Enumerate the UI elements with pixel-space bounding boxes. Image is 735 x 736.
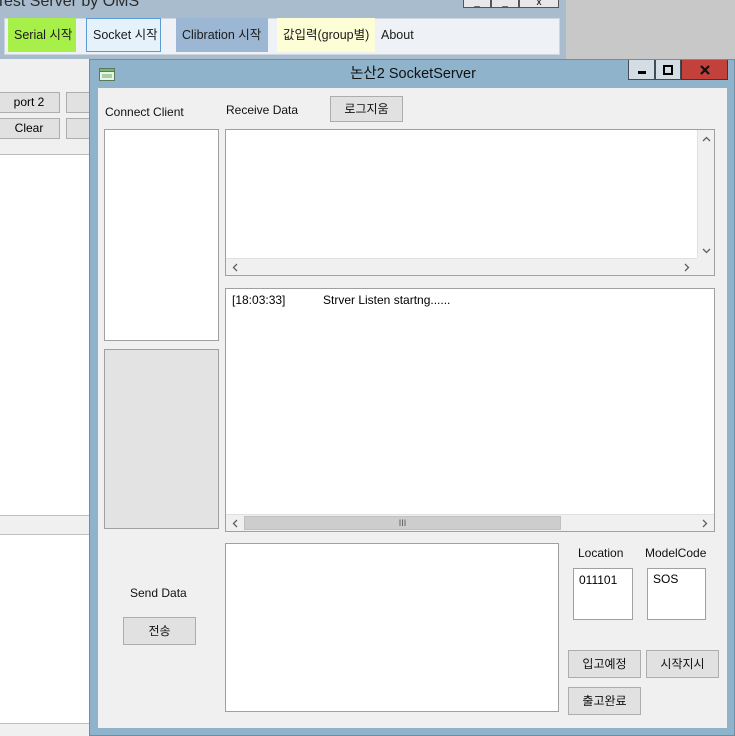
log-horizontal-scrollbar[interactable]: III <box>226 514 714 531</box>
close-icon <box>699 64 710 75</box>
dialog-client-area: Connect Client Receive Data 로그지움 [18:03:… <box>98 88 727 728</box>
log-scroll-right-arrow-icon[interactable] <box>696 515 713 532</box>
connect-client-label: Connect Client <box>105 105 184 119</box>
close-button[interactable] <box>681 60 728 80</box>
menu-value-input-group[interactable]: 값입력(group별) <box>277 18 375 52</box>
menu-calibration-start[interactable]: Clibration 시작 <box>176 18 268 52</box>
log-timestamp: [18:03:33] <box>232 293 286 307</box>
menu-serial-start[interactable]: Serial 시작 <box>8 18 76 52</box>
minimize-icon <box>637 70 646 74</box>
location-label: Location <box>578 546 624 560</box>
clear-button[interactable]: Clear <box>0 118 60 139</box>
start-instruction-button[interactable]: 시작지시 <box>646 650 719 678</box>
bg-minimize-button[interactable]: _ <box>463 0 491 8</box>
scroll-right-arrow-icon[interactable] <box>678 259 695 276</box>
clear-log-button[interactable]: 로그지움 <box>330 96 403 122</box>
background-menubar: Serial 시작 Socket 시작 Clibration 시작 값입력(gr… <box>0 12 566 59</box>
receive-horizontal-scrollbar[interactable] <box>226 258 697 275</box>
bg-lower-pane[interactable] <box>0 534 91 724</box>
outbound-complete-button[interactable]: 출고완료 <box>568 687 641 715</box>
menu-about[interactable]: About <box>375 18 425 52</box>
inbound-scheduled-button[interactable]: 입고예정 <box>568 650 641 678</box>
scroll-left-arrow-icon[interactable] <box>226 259 243 276</box>
background-window-title: Test Server by OMS <box>0 0 140 10</box>
send-data-input[interactable] <box>225 543 559 712</box>
location-value: 011101 <box>579 573 618 587</box>
model-code-value: SOS <box>653 572 679 586</box>
client-info-panel <box>104 349 219 529</box>
scroll-up-arrow-icon[interactable] <box>698 130 715 147</box>
dialog-titlebar[interactable]: 논산2 SocketServer <box>90 60 735 88</box>
receive-data-label: Receive Data <box>226 103 299 117</box>
log-message: Strver Listen startng...... <box>323 293 451 307</box>
location-field[interactable]: 011101 <box>573 568 633 620</box>
receive-data-box[interactable] <box>225 129 715 276</box>
model-code-label: ModelCode <box>645 546 707 560</box>
bg-close-button[interactable]: x <box>519 0 559 8</box>
send-button[interactable]: 전송 <box>123 617 196 645</box>
minimize-button[interactable] <box>628 60 655 80</box>
log-box[interactable]: [18:03:33] Strver Listen startng...... I… <box>225 288 715 532</box>
maximize-icon <box>663 64 673 75</box>
log-scroll-thumb[interactable]: III <box>244 516 561 530</box>
socket-server-dialog: 논산2 SocketServer Connect Client Receive … <box>89 59 735 736</box>
model-code-field[interactable]: SOS <box>647 568 706 620</box>
background-titlebar: Test Server by OMS _ _ x <box>0 0 566 12</box>
send-data-label: Send Data <box>130 586 187 600</box>
scroll-corner <box>697 258 714 275</box>
menu-socket-start[interactable]: Socket 시작 <box>86 18 161 52</box>
log-scroll-left-arrow-icon[interactable] <box>226 515 243 532</box>
connect-client-list[interactable] <box>104 129 219 341</box>
bg-output-pane[interactable] <box>0 154 91 516</box>
bg-maximize-button[interactable]: _ <box>491 0 519 8</box>
receive-vertical-scrollbar[interactable] <box>697 130 714 259</box>
maximize-button[interactable] <box>655 60 681 80</box>
port2-button[interactable]: port 2 <box>0 92 60 113</box>
scroll-down-arrow-icon[interactable] <box>698 242 715 259</box>
